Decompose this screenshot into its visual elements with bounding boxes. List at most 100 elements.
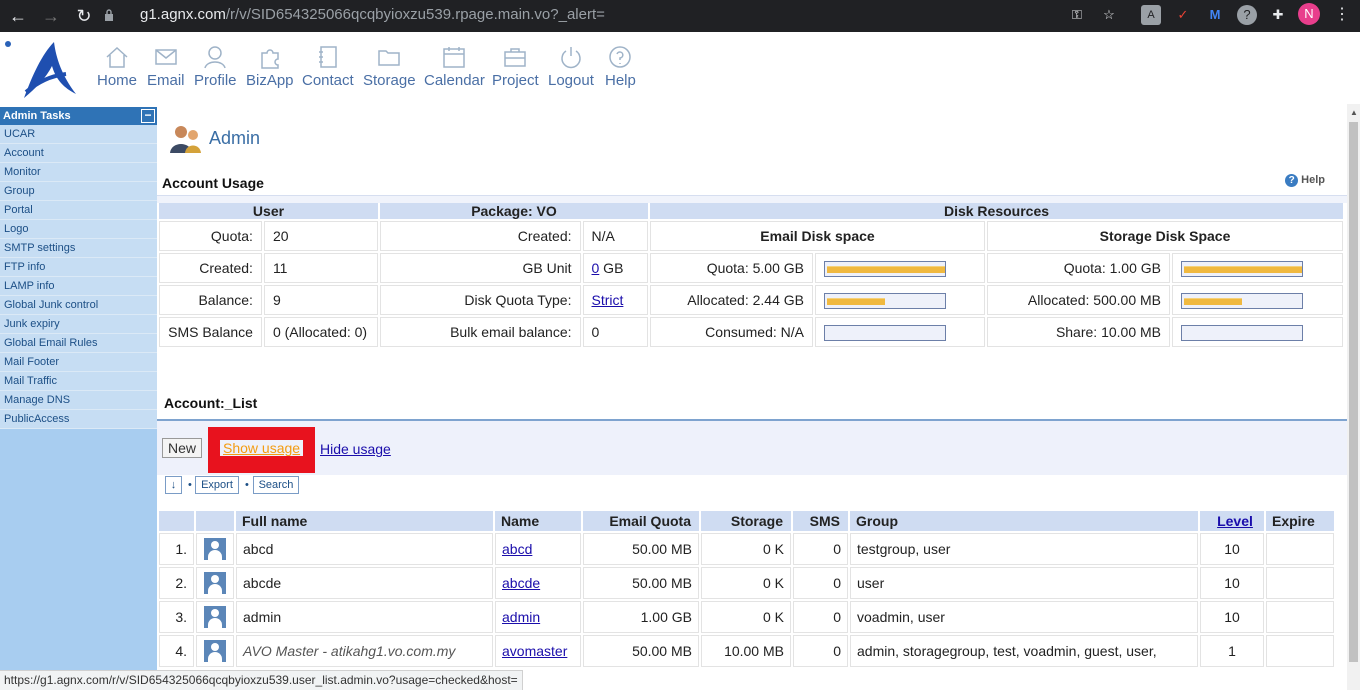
address-bar[interactable]: g1.agnx.com/r/v/SID654325066qcqbyioxzu53… (105, 2, 1008, 28)
account-table: Full name Name Email Quota Storage SMS G… (157, 509, 1336, 669)
extension-question-icon[interactable]: ? (1237, 5, 1257, 25)
row-sms: 0 (793, 601, 848, 633)
extension-m-icon[interactable]: M (1205, 5, 1225, 25)
puzzle-icon[interactable]: ✚ (1268, 5, 1288, 25)
hide-usage-link[interactable]: Hide usage (320, 441, 391, 457)
row-name-link[interactable]: abcde (502, 575, 540, 591)
user-balance-value: 9 (263, 285, 378, 315)
search-button[interactable]: Search (253, 476, 299, 494)
email-disk-header: Email Disk space (650, 221, 985, 251)
row-number: 4. (159, 635, 194, 667)
reload-icon[interactable]: ↻ (72, 4, 96, 28)
nav-profile-label: Profile (194, 72, 237, 89)
kebab-menu-icon[interactable]: ⋮ (1332, 5, 1352, 25)
sidebar-item-lamp-info[interactable]: LAMP info (0, 277, 157, 296)
sms-balance-value: 0 (Allocated: 0) (263, 317, 378, 347)
storage-quota-bar (1181, 260, 1303, 277)
row-name-link[interactable]: avomaster (502, 643, 567, 659)
vertical-scrollbar[interactable]: ▲ (1347, 104, 1360, 690)
nav-home[interactable]: Home (97, 44, 137, 89)
user-avatar-cell (196, 567, 234, 599)
sidebar-item-mail-traffic[interactable]: Mail Traffic (0, 372, 157, 391)
table-row[interactable]: 1. abcd abcd 50.00 MB 0 K 0 testgroup, u… (159, 533, 1334, 565)
nav-logout[interactable]: Logout (548, 44, 594, 89)
key-icon[interactable]: ⚿ (1067, 5, 1087, 25)
folder-icon (378, 50, 401, 66)
export-button[interactable]: Export (195, 476, 239, 494)
nav-help[interactable]: Help (605, 44, 636, 89)
storage-quota-label: Quota: 1.00 GB (987, 253, 1170, 283)
sidebar-item-logo[interactable]: Logo (0, 220, 157, 239)
row-name-link[interactable]: admin (502, 609, 540, 625)
row-name-link[interactable]: abcd (502, 541, 532, 557)
row-sms: 0 (793, 533, 848, 565)
page-title-text: Admin (209, 128, 261, 148)
sidebar-item-mail-footer[interactable]: Mail Footer (0, 353, 157, 372)
nav-calendar[interactable]: Calendar (424, 44, 485, 89)
user-icon (204, 640, 226, 662)
user-created-value: 11 (263, 253, 378, 283)
scroll-up-icon[interactable]: ▲ (1350, 108, 1358, 117)
admin-sidebar: Admin Tasks − UCAR Account Monitor Group… (0, 107, 157, 690)
row-storage: 0 K (701, 533, 791, 565)
new-account-button[interactable]: New (162, 438, 202, 458)
extension-color-icon[interactable]: ✓ (1173, 5, 1193, 25)
sidebar-item-manage-dns[interactable]: Manage DNS (0, 391, 157, 410)
nav-project[interactable]: Project (492, 44, 539, 89)
email-quota-bar-cell (815, 253, 985, 283)
sidebar-item-account[interactable]: Account (0, 144, 157, 163)
calendar-icon (443, 47, 466, 68)
back-icon[interactable]: ← (6, 4, 30, 28)
collapse-icon[interactable]: − (141, 109, 155, 123)
user-icon (204, 606, 226, 628)
sidebar-item-global-junk-control[interactable]: Global Junk control (0, 296, 157, 315)
sidebar-item-ucar[interactable]: UCAR (0, 125, 157, 144)
disk-quota-type-link[interactable]: Strict (592, 292, 624, 308)
package-created-label: Created: (380, 221, 581, 251)
nav-contact[interactable]: Contact (302, 44, 354, 89)
row-number: 2. (159, 567, 194, 599)
help-circle-icon (609, 46, 632, 68)
gb-unit-suffix: GB (599, 260, 624, 276)
table-row[interactable]: 3. admin admin 1.00 GB 0 K 0 voadmin, us… (159, 601, 1334, 633)
sidebar-item-global-email-rules[interactable]: Global Email Rules (0, 334, 157, 353)
sms-balance-label: SMS Balance (159, 317, 262, 347)
extension-a-icon[interactable]: A (1141, 5, 1161, 25)
level-sort-link[interactable]: Level (1217, 513, 1253, 529)
help-link-label: Help (1301, 174, 1325, 186)
scroll-thumb[interactable] (1349, 122, 1358, 662)
table-row[interactable]: 4. AVO Master - atikahg1.vo.com.my avoma… (159, 635, 1334, 667)
table-row[interactable]: 2. abcde abcde 50.00 MB 0 K 0 user 10 (159, 567, 1334, 599)
sidebar-item-smtp-settings[interactable]: SMTP settings (0, 239, 157, 258)
row-expire (1266, 567, 1334, 599)
show-usage-link[interactable]: Show usage (220, 440, 304, 456)
row-fullname: abcde (236, 567, 493, 599)
row-sms: 0 (793, 567, 848, 599)
account-usage-title: Account Usage (162, 175, 264, 191)
power-icon (561, 47, 581, 69)
col-storage: Storage (701, 511, 791, 531)
user-avatar-cell (196, 601, 234, 633)
forward-icon[interactable]: → (39, 4, 63, 28)
nav-storage[interactable]: Storage (363, 44, 416, 89)
nav-email[interactable]: Email (147, 44, 185, 89)
sidebar-item-group[interactable]: Group (0, 182, 157, 201)
help-link[interactable]: ? Help (1285, 174, 1325, 187)
col-email-quota: Email Quota (583, 511, 699, 531)
storage-share-bar (1181, 324, 1303, 341)
profile-avatar[interactable]: N (1298, 3, 1320, 25)
sidebar-item-portal[interactable]: Portal (0, 201, 157, 220)
storage-allocated-bar-fill (1184, 297, 1242, 305)
sidebar-item-public-access[interactable]: PublicAccess (0, 410, 157, 429)
storage-allocated-bar-cell (1172, 285, 1343, 315)
nav-profile[interactable]: Profile (194, 44, 237, 89)
sort-down-icon[interactable]: ↓ (165, 476, 182, 494)
sidebar-item-monitor[interactable]: Monitor (0, 163, 157, 182)
gb-unit-value: 0 GB (582, 253, 648, 283)
sidebar-item-junk-expiry[interactable]: Junk expiry (0, 315, 157, 334)
star-icon[interactable]: ☆ (1099, 5, 1119, 25)
sidebar-item-ftp-info[interactable]: FTP info (0, 258, 157, 277)
storage-disk-header: Storage Disk Space (987, 221, 1343, 251)
agnx-logo-icon[interactable] (2, 36, 80, 102)
nav-bizapp[interactable]: BizApp (246, 44, 294, 89)
